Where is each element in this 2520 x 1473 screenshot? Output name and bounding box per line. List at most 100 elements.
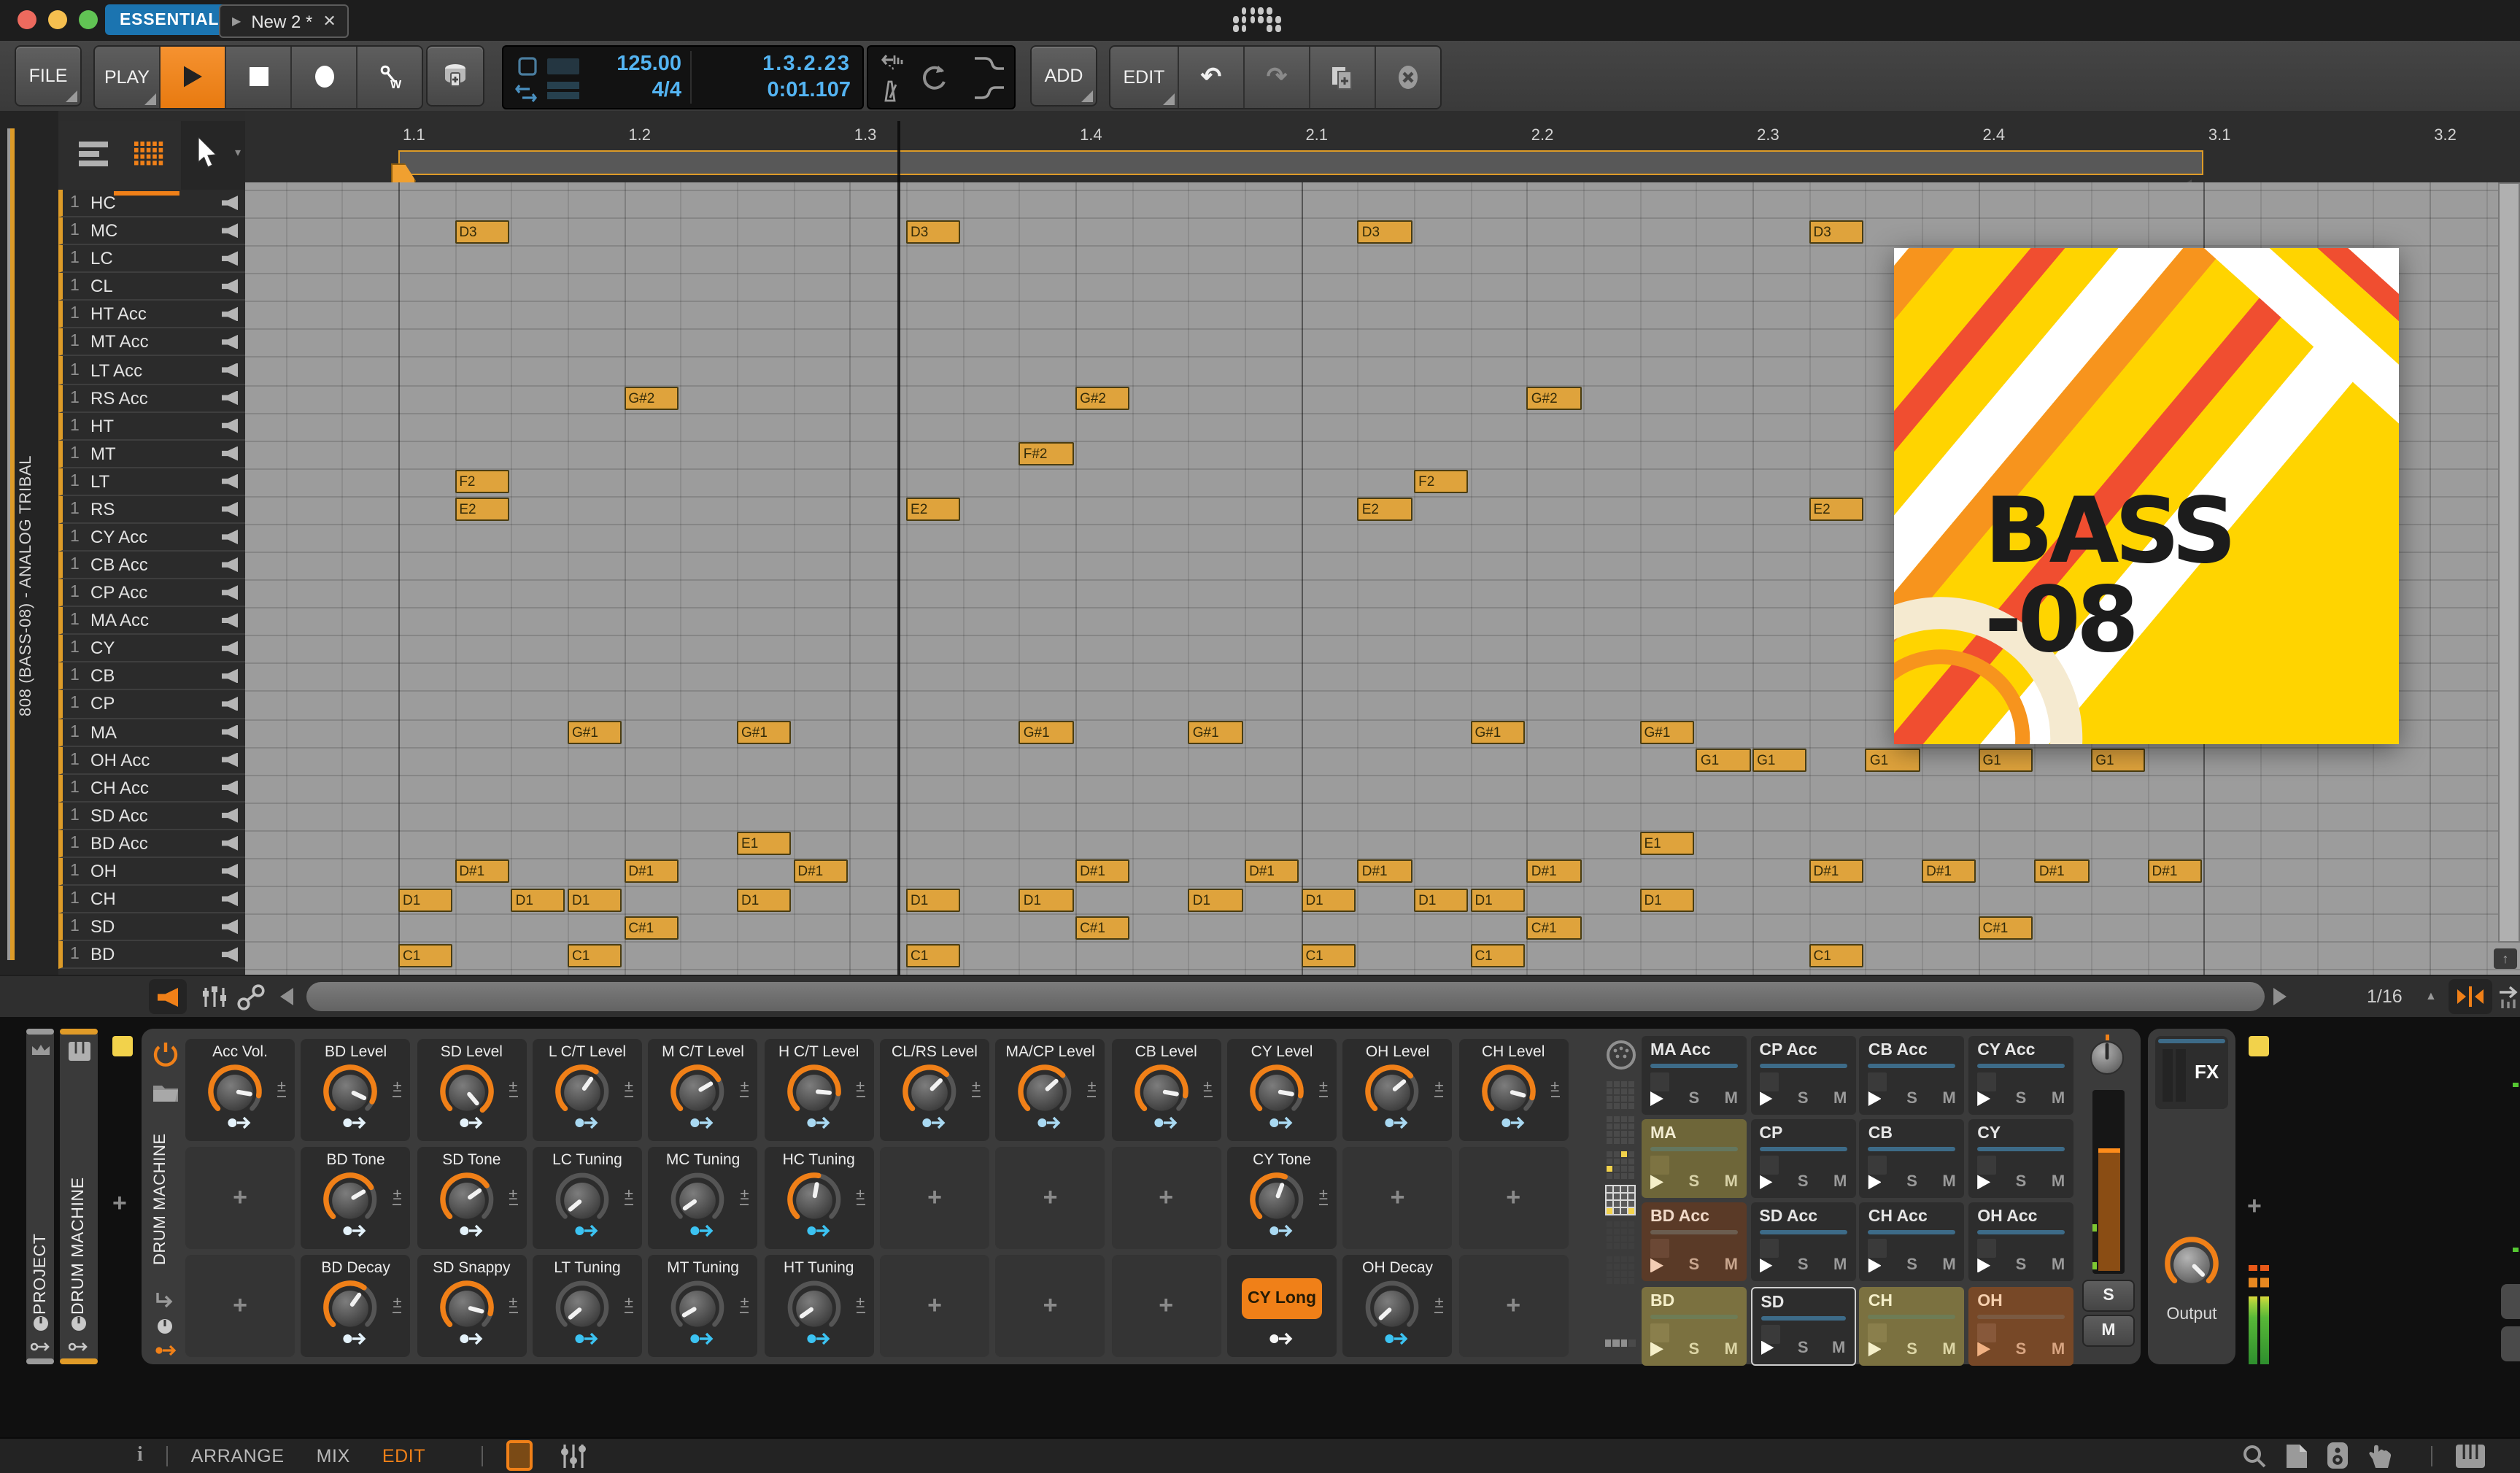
output-knob[interactable] bbox=[2158, 1230, 2225, 1297]
modulation-route-icon[interactable] bbox=[806, 1326, 831, 1353]
modulation-route-icon[interactable] bbox=[575, 1110, 600, 1137]
plus-minus-icon[interactable]: ± bbox=[277, 1078, 286, 1097]
cell-SD Tone[interactable]: SD Tone ± bbox=[417, 1147, 527, 1249]
track-mute-speaker-icon[interactable] bbox=[222, 835, 238, 851]
track-mute-speaker-icon[interactable] bbox=[222, 446, 238, 461]
cell-CY Level[interactable]: CY Level ± bbox=[1227, 1039, 1337, 1141]
track-row-SD[interactable]: 1 SD bbox=[58, 913, 245, 942]
track-mute-speaker-icon[interactable] bbox=[222, 641, 238, 656]
note-expressions-icon[interactable] bbox=[201, 985, 228, 1010]
plus-minus-icon[interactable]: ± bbox=[856, 1078, 865, 1097]
track-row-LC[interactable]: 1 LC bbox=[58, 245, 245, 274]
note-D#1[interactable]: D#1 bbox=[1075, 859, 1130, 884]
plus-minus-icon[interactable]: ± bbox=[856, 1186, 865, 1205]
pad-MA[interactable]: MA S M bbox=[1642, 1119, 1747, 1199]
track-mute-speaker-icon[interactable] bbox=[222, 892, 238, 907]
plus-minus-icon[interactable]: ± bbox=[624, 1294, 633, 1313]
modulation-route-icon[interactable] bbox=[690, 1326, 716, 1353]
track-row-CY Acc[interactable]: 1 CY Acc bbox=[58, 523, 245, 552]
track-mute-speaker-icon[interactable] bbox=[222, 501, 238, 517]
plus-minus-icon[interactable]: ± bbox=[393, 1078, 402, 1097]
plus-minus-icon[interactable]: ± bbox=[509, 1186, 518, 1205]
note-C#1[interactable]: C#1 bbox=[1075, 916, 1130, 940]
pad-play-icon[interactable] bbox=[1650, 1342, 1663, 1357]
pad-solo-button[interactable]: S bbox=[1688, 1090, 1699, 1107]
note-D1[interactable]: D1 bbox=[511, 888, 565, 911]
modulation-route-icon[interactable] bbox=[343, 1326, 368, 1353]
note-E1[interactable]: E1 bbox=[737, 832, 792, 856]
play-button[interactable] bbox=[161, 46, 226, 107]
modulation-route-icon[interactable] bbox=[343, 1218, 368, 1245]
plus-minus-icon[interactable]: ± bbox=[1550, 1078, 1560, 1097]
pad-OH Acc[interactable]: OH Acc S M bbox=[1968, 1202, 2074, 1282]
right-panel-handle-2[interactable] bbox=[2501, 1326, 2520, 1361]
pad-SD Acc[interactable]: SD Acc S M bbox=[1750, 1202, 1856, 1282]
track-row-MT Acc[interactable]: 1 MT Acc bbox=[58, 328, 245, 357]
link-icon[interactable] bbox=[236, 983, 266, 1011]
note-D3[interactable]: D3 bbox=[1809, 220, 1863, 244]
note-E2[interactable]: E2 bbox=[455, 498, 509, 522]
note-G#1[interactable]: G#1 bbox=[1019, 721, 1074, 745]
pad-bank-block[interactable] bbox=[1605, 1220, 1636, 1250]
pad-mute-button[interactable]: M bbox=[1833, 1090, 1847, 1107]
note-D3[interactable]: D3 bbox=[455, 220, 509, 244]
pad-solo-button[interactable]: S bbox=[1798, 1173, 1809, 1191]
plus-minus-icon[interactable]: ± bbox=[509, 1294, 518, 1313]
duplicate-button[interactable] bbox=[1310, 46, 1376, 107]
pad-mute-button[interactable]: M bbox=[2052, 1257, 2065, 1275]
cell-empty[interactable]: + bbox=[880, 1147, 989, 1249]
view-tab-arrange[interactable]: ARRANGE bbox=[191, 1446, 285, 1466]
minimize-window-button[interactable] bbox=[48, 10, 67, 29]
track-row-OH Acc[interactable]: 1 OH Acc bbox=[58, 746, 245, 775]
pad-mute-button[interactable]: M bbox=[1725, 1090, 1738, 1107]
note-D#1[interactable]: D#1 bbox=[1357, 859, 1412, 884]
pad-solo-button[interactable]: S bbox=[1798, 1090, 1809, 1107]
right-panel-handle-1[interactable] bbox=[2501, 1284, 2520, 1319]
track-mute-speaker-icon[interactable] bbox=[222, 808, 238, 823]
track-mute-speaker-icon[interactable] bbox=[222, 363, 238, 377]
track-row-LT[interactable]: 1 LT bbox=[58, 468, 245, 496]
track-mute-speaker-icon[interactable] bbox=[222, 473, 238, 489]
pad-solo-button[interactable]: S bbox=[1798, 1339, 1809, 1356]
cell-CY Tone[interactable]: CY Tone ± bbox=[1227, 1147, 1337, 1249]
plus-minus-icon[interactable]: ± bbox=[393, 1294, 402, 1313]
pad-mute-button[interactable]: M bbox=[1942, 1173, 1955, 1191]
maximize-window-button[interactable] bbox=[79, 10, 98, 29]
note-D1[interactable]: D1 bbox=[398, 888, 453, 911]
plus-minus-icon[interactable]: ± bbox=[1203, 1078, 1213, 1097]
note-F2[interactable]: F2 bbox=[1414, 470, 1469, 494]
note-E2[interactable]: E2 bbox=[1809, 498, 1863, 522]
modulation-route-icon[interactable] bbox=[1501, 1110, 1526, 1137]
time-signature-value[interactable]: 4/4 bbox=[652, 78, 681, 101]
note-D3[interactable]: D3 bbox=[1357, 220, 1412, 244]
track-row-RS Acc[interactable]: 1 RS Acc bbox=[58, 384, 245, 413]
track-row-MT[interactable]: 1 MT bbox=[58, 440, 245, 468]
track-mute-speaker-icon[interactable] bbox=[222, 418, 238, 433]
plus-minus-icon[interactable]: ± bbox=[1318, 1186, 1328, 1205]
record-button[interactable] bbox=[292, 46, 357, 107]
note-D1[interactable]: D1 bbox=[568, 888, 622, 911]
note-D1[interactable]: D1 bbox=[1188, 888, 1243, 911]
vertical-scrollbar[interactable] bbox=[2498, 182, 2520, 943]
note-D#1[interactable]: D#1 bbox=[2147, 859, 2202, 884]
device-modulation-icon[interactable] bbox=[155, 1344, 178, 1357]
pad-solo-button[interactable]: S bbox=[2016, 1340, 2027, 1358]
note-C1[interactable]: C1 bbox=[906, 943, 961, 967]
track-mute-speaker-icon[interactable] bbox=[222, 390, 238, 406]
note-G#2[interactable]: G#2 bbox=[1526, 387, 1582, 411]
cell-SD Level[interactable]: SD Level ± bbox=[417, 1039, 527, 1141]
time-value[interactable]: 0:01.107 bbox=[768, 78, 851, 101]
note-G#1[interactable]: G#1 bbox=[1188, 721, 1243, 745]
cancel-button[interactable] bbox=[1376, 46, 1440, 107]
note-D1[interactable]: D1 bbox=[1414, 888, 1469, 911]
cell-empty[interactable]: + bbox=[1458, 1255, 1569, 1357]
rail-project[interactable]: PROJECT bbox=[26, 1029, 54, 1364]
cell-empty[interactable]: + bbox=[995, 1255, 1105, 1357]
cell-BD Decay[interactable]: BD Decay ± bbox=[301, 1255, 411, 1357]
device-expand-icon[interactable] bbox=[155, 1291, 175, 1309]
track-mute-speaker-icon[interactable] bbox=[222, 334, 238, 349]
modulation-route-icon[interactable] bbox=[806, 1218, 831, 1245]
pad-play-icon[interactable] bbox=[1868, 1175, 1882, 1190]
note-E2[interactable]: E2 bbox=[906, 498, 961, 522]
layer-list-icon[interactable] bbox=[79, 142, 108, 166]
